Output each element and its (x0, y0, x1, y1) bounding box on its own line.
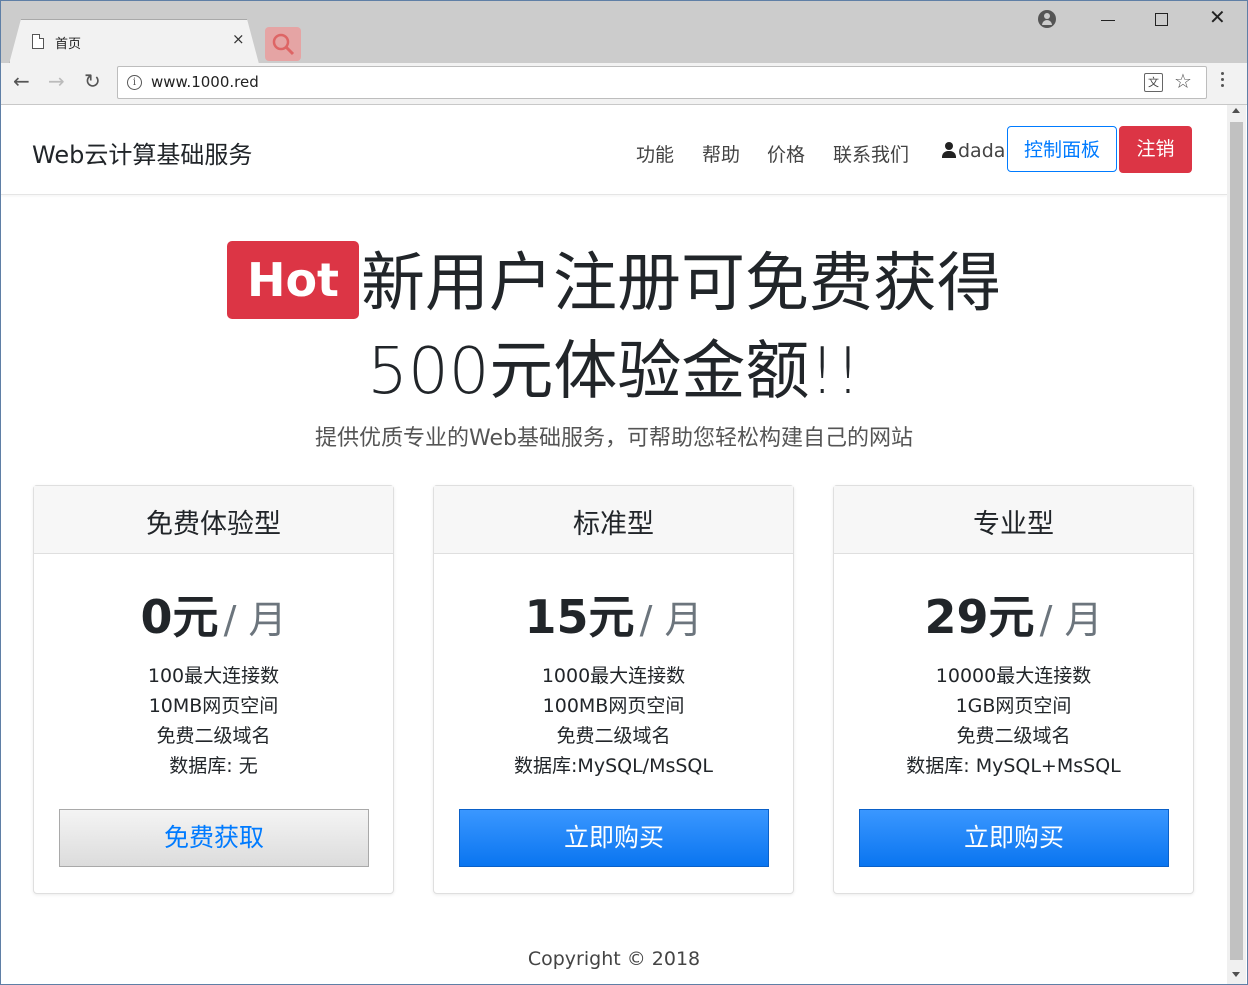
browser-toolbar: ← → ↻ i www.1000.red 文 ☆ (1, 63, 1247, 105)
back-icon[interactable]: ← (13, 69, 30, 93)
user-icon (942, 142, 956, 158)
get-free-button[interactable]: 免费获取 (59, 809, 369, 867)
feature-item: 免费二级域名 (556, 725, 671, 747)
bookmark-star-icon[interactable]: ☆ (1174, 69, 1192, 93)
hero-headline-text: 新用户注册可免费获得 (361, 247, 1002, 321)
page-scrollbar[interactable] (1227, 105, 1246, 984)
tab-title: 首页 (55, 37, 82, 52)
plan-price: 0元 / 月 (34, 581, 393, 647)
price-amount: 0元 (140, 590, 219, 644)
browser-titlebar: 首页 × ✕ (1, 1, 1247, 64)
plan-name: 标准型 (573, 509, 654, 540)
card-header: 标准型 (434, 486, 793, 554)
reload-icon[interactable]: ↻ (84, 69, 101, 93)
card-header: 专业型 (834, 486, 1193, 554)
page-viewport: Web云计算基础服务 功能 帮助 价格 联系我们 dada 控制面板 注销 Ho… (1, 105, 1227, 984)
feature-item: 1000最大连接数 (541, 665, 686, 687)
price-amount: 29元 (924, 590, 1035, 644)
page-icon (32, 34, 44, 49)
user-account-link[interactable]: dada (942, 140, 1005, 162)
price-unit: / 月 (1039, 598, 1103, 642)
scroll-up-icon[interactable] (1232, 108, 1240, 113)
plan-price: 15元 / 月 (434, 581, 793, 647)
feature-item: 10MB网页空间 (148, 695, 279, 717)
feature-item: 100最大连接数 (147, 665, 280, 687)
site-navbar: Web云计算基础服务 功能 帮助 价格 联系我们 dada 控制面板 注销 (1, 105, 1227, 195)
translate-icon[interactable]: 文 (1144, 73, 1163, 92)
card-header: 免费体验型 (34, 486, 393, 554)
footer-copyright: Copyright © 2018 (527, 948, 701, 970)
price-unit: / 月 (639, 598, 703, 642)
plan-card-free: 免费体验型 0元 / 月 100最大连接数 10MB网页空间 免费二级域名 数据… (33, 485, 394, 894)
nav-link-contact[interactable]: 联系我们 (833, 140, 909, 167)
hot-badge: Hot (226, 241, 360, 319)
feature-item: 免费二级域名 (956, 725, 1071, 747)
plan-card-professional: 专业型 29元 / 月 10000最大连接数 1GB网页空间 免费二级域名 数据… (833, 485, 1194, 894)
nav-link-pricing[interactable]: 价格 (767, 140, 805, 167)
price-unit: / 月 (223, 598, 287, 642)
hero-lead: 提供优质专业的Web基础服务，可帮助您轻松构建自己的网站 (315, 426, 913, 451)
plan-name: 专业型 (973, 509, 1054, 540)
nav-link-help[interactable]: 帮助 (702, 140, 740, 167)
url-text[interactable]: www.1000.red (151, 73, 259, 91)
feature-item: 数据库: MySQL+MsSQL (906, 755, 1121, 777)
browser-menu-icon[interactable] (1221, 72, 1225, 90)
buy-now-button[interactable]: 立即购买 (459, 809, 769, 867)
feature-item: 1GB网页空间 (955, 695, 1072, 717)
site-info-icon[interactable]: i (127, 75, 142, 90)
maximize-icon[interactable] (1155, 13, 1168, 26)
feature-item: 10000最大连接数 (935, 665, 1092, 687)
new-tab-search-icon[interactable] (265, 27, 301, 61)
window-close-icon[interactable]: ✕ (1209, 5, 1226, 29)
plan-price: 29元 / 月 (834, 581, 1193, 647)
nav-link-features[interactable]: 功能 (636, 140, 674, 167)
price-amount: 15元 (524, 590, 635, 644)
username: dada (958, 140, 1006, 162)
minimize-icon[interactable] (1101, 20, 1115, 21)
tab-close-icon[interactable]: × (232, 30, 245, 48)
address-bar[interactable]: i www.1000.red 文 ☆ (117, 66, 1207, 99)
logout-button[interactable]: 注销 (1119, 126, 1192, 173)
plan-name: 免费体验型 (146, 509, 281, 540)
site-brand[interactable]: Web云计算基础服务 (32, 135, 252, 170)
plan-features: 10000最大连接数 1GB网页空间 免费二级域名 数据库: MySQL+MsS… (834, 661, 1193, 781)
buy-now-button[interactable]: 立即购买 (859, 809, 1169, 867)
console-button[interactable]: 控制面板 (1007, 126, 1117, 172)
hero-headline-line1: Hot 新用户注册可免费获得 (1, 240, 1227, 328)
feature-item: 100MB网页空间 (542, 695, 685, 717)
profile-icon[interactable] (1038, 10, 1056, 28)
plan-features: 100最大连接数 10MB网页空间 免费二级域名 数据库: 无 (34, 661, 393, 781)
forward-icon[interactable]: → (48, 69, 65, 93)
plan-features: 1000最大连接数 100MB网页空间 免费二级域名 数据库:MySQL/MsS… (434, 661, 793, 781)
scroll-thumb[interactable] (1230, 122, 1243, 960)
feature-item: 数据库: 无 (169, 755, 258, 777)
plan-card-standard: 标准型 15元 / 月 1000最大连接数 100MB网页空间 免费二级域名 数… (433, 485, 794, 894)
scroll-down-icon[interactable] (1232, 972, 1240, 977)
hero-headline-line2: 500元体验金额!! (367, 335, 861, 409)
browser-tab[interactable]: 首页 × (9, 19, 259, 64)
feature-item: 数据库:MySQL/MsSQL (514, 755, 713, 777)
feature-item: 免费二级域名 (156, 725, 271, 747)
